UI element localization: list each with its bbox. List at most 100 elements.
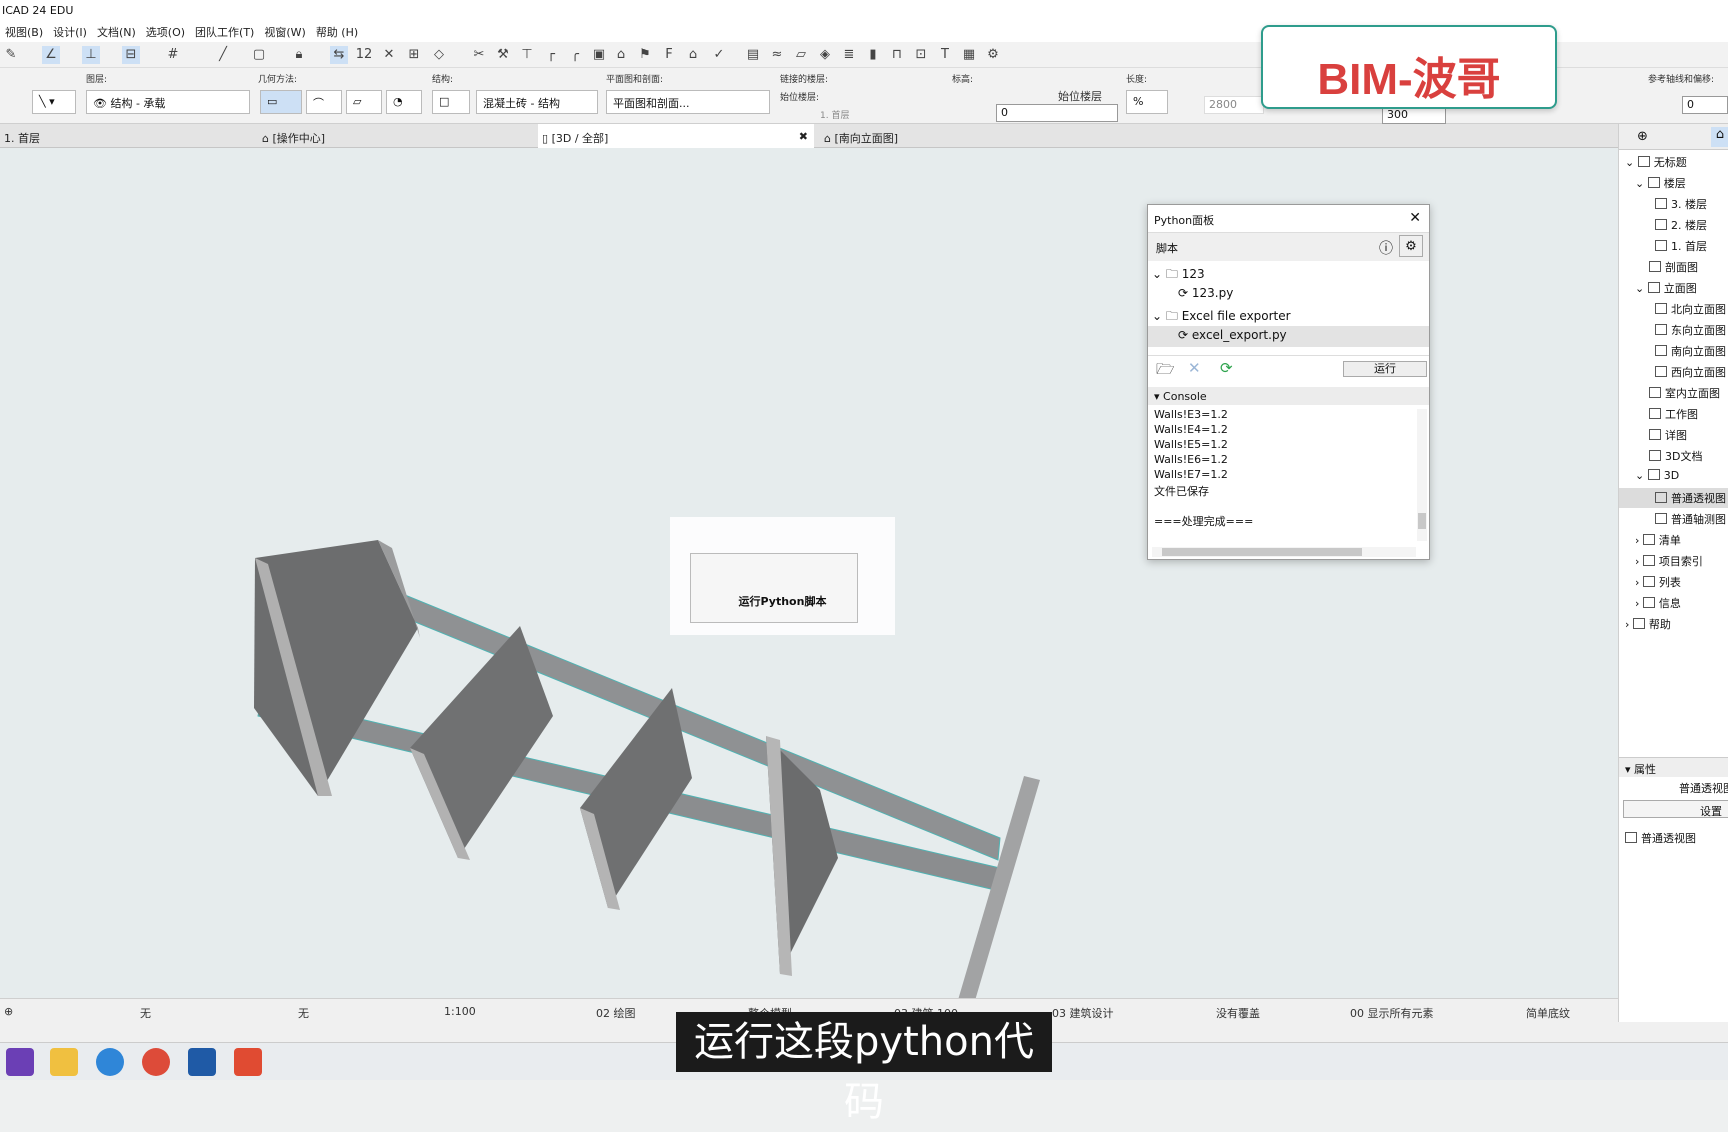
geometry-rect-button[interactable]: ▱ (346, 90, 382, 114)
status-b[interactable]: 无 (298, 1005, 309, 1021)
beam-icon[interactable]: ≈ (768, 46, 786, 64)
nav-item[interactable]: 详图 (1649, 427, 1687, 443)
tree-folder-excel[interactable]: ⌄ 🗀︎ Excel file exporter (1152, 307, 1291, 328)
menu-view[interactable]: 视图(B) (5, 22, 53, 42)
vertical-scrollbar[interactable] (1417, 409, 1427, 541)
console-output[interactable]: Walls!E3=1.2 Walls!E4=1.2 Walls!E5=1.2 W… (1148, 405, 1418, 547)
length-input[interactable]: 2800 (1204, 96, 1264, 114)
nav-item[interactable]: ⌄ 楼层 (1635, 175, 1686, 191)
nav-item[interactable]: 北向立面图 (1655, 301, 1726, 317)
move-icon[interactable]: ◇ (430, 46, 448, 64)
nav-item[interactable]: › 列表 (1635, 574, 1681, 590)
file-explorer-icon[interactable] (50, 1048, 78, 1076)
fillet-icon[interactable]: ╭ (566, 46, 584, 64)
mark-icon[interactable]: F (660, 46, 678, 64)
tree-folder-123[interactable]: ⌄ 🗀︎ 123 (1152, 265, 1205, 286)
flag-icon[interactable]: ⚑ (636, 46, 654, 64)
close-icon[interactable]: ✕ (1409, 210, 1421, 226)
show-status[interactable]: 00 显示所有元素 (1350, 1005, 1434, 1021)
table-icon[interactable]: ▦ (960, 46, 978, 64)
scroll-thumb[interactable] (1162, 548, 1362, 556)
text-icon[interactable]: T (936, 46, 954, 64)
nav-item[interactable]: 东向立面图 (1655, 322, 1726, 338)
lock-icon[interactable]: 🔒︎ (290, 46, 308, 64)
tab-3d-all[interactable]: ▯ [3D / 全部] ✖ (538, 124, 814, 148)
zoom-icon[interactable]: ⊕ (4, 1005, 13, 1018)
elevation-input[interactable]: 0 (996, 104, 1118, 122)
override-status[interactable]: 没有覆盖 (1216, 1005, 1260, 1021)
menu-document[interactable]: 文档(N) (97, 22, 146, 42)
split-icon[interactable]: ⊤ (518, 46, 536, 64)
nav-item[interactable]: 室内立面图 (1649, 385, 1720, 401)
wall-type-selector[interactable]: ╲ ▾ (32, 90, 76, 114)
tree-file-123py[interactable]: ⟳ 123.py (1178, 286, 1233, 300)
roof-icon[interactable]: ◈ (816, 46, 834, 64)
python-panel-titlebar[interactable]: Python面板 ✕ (1148, 205, 1429, 233)
delete-icon[interactable]: ✕ (1188, 359, 1201, 377)
snap-icon[interactable]: ⊟ (122, 46, 140, 64)
pen-status[interactable]: 02 绘图 (596, 1005, 636, 1021)
project-map-icon[interactable]: ⌂ (1711, 127, 1728, 147)
nav-item[interactable]: 2. 楼层 (1655, 217, 1707, 233)
stair-icon[interactable]: ≣ (840, 46, 858, 64)
tab-action-center[interactable]: ⌂ [操作中心] (258, 124, 534, 148)
dimension-icon[interactable]: 12 (355, 46, 373, 64)
menu-options[interactable]: 选项(O) (146, 22, 195, 42)
menu-help[interactable]: 帮助 (H) (316, 22, 368, 42)
house-icon[interactable]: ⌂ (612, 46, 630, 64)
nav-item[interactable]: 普通轴测图 (1655, 511, 1726, 527)
nav-item[interactable]: › 清单 (1635, 532, 1681, 548)
wrench-icon[interactable]: ⚒ (494, 46, 512, 64)
navigator-icon[interactable]: ⊕ (1637, 129, 1648, 144)
menu-teamwork[interactable]: 团队工作(T) (195, 22, 264, 42)
column-icon[interactable]: ▮ (864, 46, 882, 64)
nav-item[interactable]: ⌄ 无标题 (1625, 154, 1687, 170)
chrome-icon[interactable] (142, 1048, 170, 1076)
door-icon[interactable]: ⊓ (888, 46, 906, 64)
nav-item[interactable]: ⌄ 3D (1635, 469, 1679, 482)
run-button[interactable]: 运行 (1343, 361, 1427, 377)
nav-item[interactable]: › 项目索引 (1635, 553, 1703, 569)
pencil-icon[interactable]: ✎ (2, 46, 20, 64)
home-story-value[interactable]: 1. 首层 (820, 108, 849, 121)
layer-dropdown[interactable]: 👁︎ 结构 - 承载 (86, 90, 250, 114)
geometry-rotated-button[interactable]: ◔ (386, 90, 422, 114)
nav-item[interactable]: 工作图 (1649, 406, 1698, 422)
reload-icon[interactable]: ⟳ (1220, 359, 1233, 377)
guide-icon[interactable]: ⊥ (82, 46, 100, 64)
gear-icon[interactable]: ⚙ (1399, 235, 1423, 257)
menu-window[interactable]: 视窗(W) (264, 22, 315, 42)
scale-status[interactable]: 1:100 (444, 1005, 476, 1018)
visual-studio-icon[interactable] (6, 1048, 34, 1076)
resize-icon[interactable]: ⊞ (405, 46, 423, 64)
grid-icon[interactable]: # (164, 46, 182, 64)
info-icon[interactable]: ⓘ (1379, 238, 1393, 258)
nav-item[interactable]: ⌄ 立面图 (1635, 280, 1697, 296)
plan-section-dropdown[interactable]: 平面图和剖面... (606, 90, 770, 114)
archicad-icon[interactable] (188, 1048, 216, 1076)
edge-icon[interactable] (96, 1048, 124, 1076)
view-item[interactable]: 普通透视图 (1625, 830, 1696, 846)
window-icon[interactable]: ⊡ (912, 46, 930, 64)
menu-design[interactable]: 设计(I) (53, 22, 97, 42)
ref-offset-input[interactable]: 0 (1682, 96, 1728, 114)
open-folder-icon[interactable]: 🗁︎ (1156, 359, 1175, 384)
tab-south-elevation[interactable]: ⌂ [南向立面图] (820, 124, 1096, 148)
trim-icon[interactable]: ✂ (470, 46, 488, 64)
nav-item[interactable]: 3. 楼层 (1655, 196, 1707, 212)
structure-dropdown[interactable]: 混凝土砖 - 结构 (476, 90, 598, 114)
sketch-status[interactable]: 简单底纹 (1526, 1005, 1570, 1021)
percent-button[interactable]: % (1126, 90, 1168, 114)
nav-item-selected[interactable]: 普通透视图 (1619, 488, 1728, 508)
geometry-straight-button[interactable]: ▭ (260, 90, 302, 114)
nav-item[interactable]: 南向立面图 (1655, 343, 1726, 359)
trace-icon[interactable]: ⇆ (330, 46, 348, 64)
horizontal-scrollbar[interactable] (1152, 547, 1416, 557)
zone-icon[interactable]: ⌂ (684, 46, 702, 64)
wall-icon[interactable]: ▤ (744, 46, 762, 64)
nav-item[interactable]: 西向立面图 (1655, 364, 1726, 380)
geometry-chain-button[interactable]: ⌒ (306, 90, 342, 114)
camera-icon[interactable]: ⚙ (984, 46, 1002, 64)
status-a[interactable]: 无 (140, 1005, 151, 1021)
close-icon[interactable]: ✖ (799, 130, 808, 143)
